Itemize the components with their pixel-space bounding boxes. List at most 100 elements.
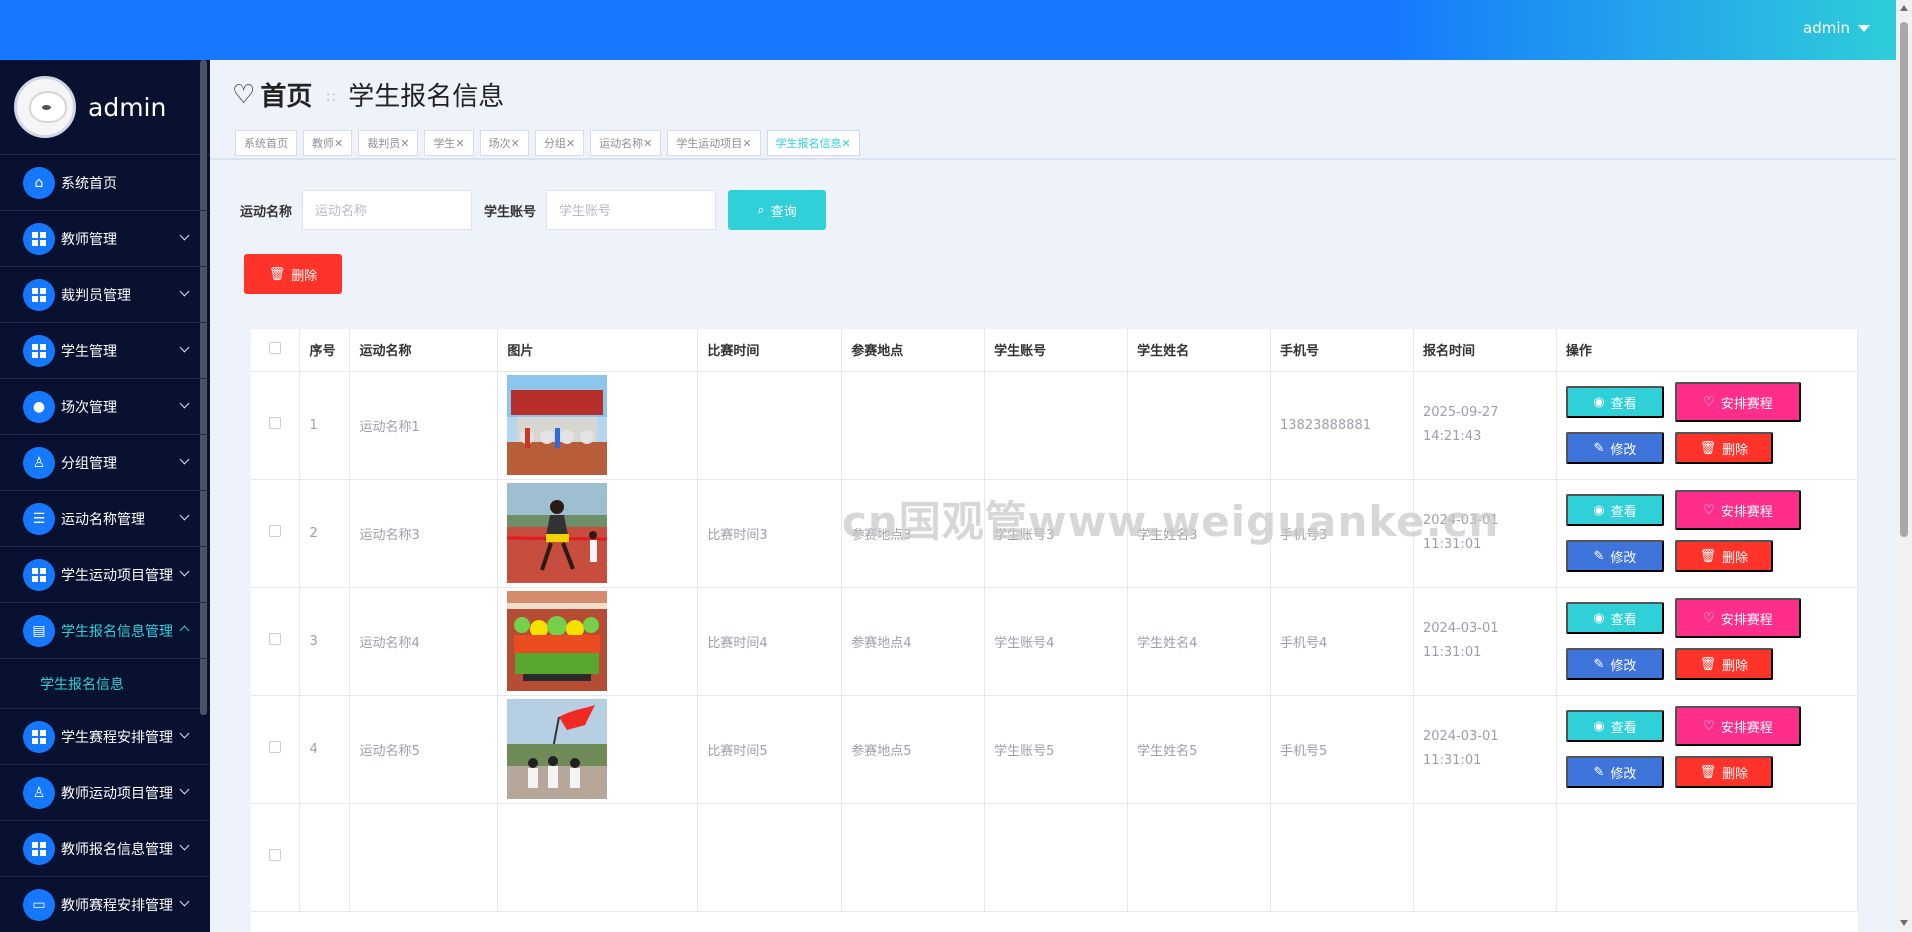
heart-icon: ♡ — [1703, 718, 1715, 733]
header-student-name: 学生姓名 — [1127, 329, 1271, 372]
sidebar-item-teachers[interactable]: 教师管理 — [0, 211, 210, 267]
schedule-button[interactable]: ♡ 安排赛程 — [1674, 382, 1801, 422]
close-icon[interactable]: ✕ — [742, 137, 751, 150]
sidebar-item-groups[interactable]: ♙ 分组管理 — [0, 435, 210, 491]
user-icon: ♙ — [23, 776, 55, 809]
row-checkbox[interactable] — [269, 417, 282, 429]
header-phone: 手机号 — [1270, 329, 1414, 372]
delete-button[interactable]: 🗑 删除 — [1674, 648, 1773, 680]
row-checkbox-cell[interactable] — [251, 695, 301, 804]
row-checkbox-cell[interactable] — [251, 803, 301, 912]
chevron-down-icon — [179, 342, 190, 353]
tab-bar: 系统首页 教师 ✕ 裁判员 ✕ 学生 ✕ 场次 ✕ 分组 ✕ 运动名称 ✕ 学生运动项目 ✕ … — [235, 130, 860, 156]
cell-venue: 参赛地点5 — [841, 695, 986, 804]
sidebar-item-student-sports[interactable]: 学生运动项目管理 — [0, 547, 210, 603]
breadcrumb: ♡ 首页 ∷ 学生报名信息 — [232, 76, 504, 113]
tab-sport-names[interactable]: 运动名称 ✕ — [590, 130, 662, 156]
grid-icon — [23, 278, 55, 311]
tab-student-registration-info[interactable]: 学生报名信息 ✕ — [766, 130, 860, 156]
sport-name-input[interactable] — [302, 190, 473, 230]
tab-students[interactable]: 学生 ✕ — [424, 130, 474, 156]
view-button[interactable]: ◉ 查看 — [1565, 602, 1664, 634]
tab-system-home[interactable]: 系统首页 — [235, 130, 297, 156]
sidebar-item-student-registrations[interactable]: ▤ 学生报名信息管理 — [0, 603, 210, 659]
cell-student-account: 学生账号3 — [984, 479, 1129, 588]
row-checkbox-cell[interactable] — [251, 587, 301, 696]
close-icon[interactable]: ✕ — [643, 137, 652, 150]
sidebar-item-students[interactable]: 学生管理 — [0, 323, 210, 379]
tab-groups[interactable]: 分组 ✕ — [534, 130, 585, 156]
close-icon[interactable]: ✕ — [400, 137, 409, 150]
schedule-button[interactable]: ♡ 安排赛程 — [1674, 598, 1801, 638]
select-all-checkbox[interactable] — [269, 341, 282, 354]
student-account-input[interactable] — [546, 190, 717, 230]
schedule-button[interactable]: ♡ 安排赛程 — [1674, 490, 1801, 530]
tab-teachers[interactable]: 教师 ✕ — [303, 130, 353, 156]
close-icon[interactable]: ✕ — [566, 137, 575, 150]
row-checkbox[interactable] — [269, 525, 282, 537]
sidebar-item-label: 教师赛程安排管理 — [61, 897, 173, 914]
page-scrollbar[interactable] — [1896, 0, 1912, 932]
row-checkbox[interactable] — [269, 633, 282, 645]
page-scrollbar-thumb[interactable] — [1900, 22, 1908, 537]
delete-button[interactable]: 🗑 删除 — [1674, 756, 1773, 788]
table-row: 3 运动名称4 比赛时间4 参赛地点4 学生账号4 学生姓名4 手机号4 202… — [251, 587, 1858, 696]
edit-button-label: 修改 — [1610, 441, 1637, 457]
sidebar-item-label: 教师运动项目管理 — [61, 785, 173, 802]
sidebar-item-student-schedules[interactable]: 学生赛程安排管理 — [0, 709, 210, 765]
grid-icon — [23, 720, 55, 753]
schedule-button[interactable]: ♡ 安排赛程 — [1674, 706, 1801, 746]
scroll-down-arrow-icon[interactable] — [1900, 920, 1908, 926]
caret-down-icon — [1858, 24, 1870, 32]
grid-icon — [23, 558, 55, 591]
row-checkbox-cell[interactable] — [251, 371, 301, 480]
sidebar-item-teacher-schedules[interactable]: ▭ 教师赛程安排管理 — [0, 877, 210, 932]
select-all-checkbox-cell[interactable] — [251, 329, 301, 372]
tab-referees[interactable]: 裁判员 ✕ — [358, 130, 419, 156]
tab-student-sports[interactable]: 学生运动项目 ✕ — [667, 130, 761, 156]
sidebar-subitem-student-registration-info[interactable]: 学生报名信息 — [0, 659, 210, 709]
row-checkbox-cell[interactable] — [251, 479, 301, 588]
delete-selected-button[interactable]: 🗑 删除 — [244, 254, 342, 294]
cell-venue: 参赛地点4 — [841, 587, 986, 696]
sidebar-item-home[interactable]: ⌂ 系统首页 — [0, 155, 210, 211]
row-checkbox[interactable] — [269, 741, 282, 753]
cell-student-name: 学生姓名5 — [1127, 695, 1271, 804]
admin-user-menu[interactable]: admin — [1803, 19, 1870, 37]
home-icon: ⌂ — [23, 166, 55, 199]
cell-student-name: 学生姓名3 — [1127, 479, 1271, 588]
sidebar-item-teacher-registrations[interactable]: 教师报名信息管理 — [0, 821, 210, 877]
sidebar-item-sport-names[interactable]: ☰ 运动名称管理 — [0, 491, 210, 547]
cell-no: 4 — [299, 695, 351, 804]
chevron-down-icon — [179, 840, 190, 851]
view-button[interactable]: ◉ 查看 — [1565, 710, 1664, 742]
delete-button[interactable]: 🗑 删除 — [1674, 432, 1773, 464]
close-icon[interactable]: ✕ — [842, 137, 851, 150]
view-button[interactable]: ◉ 查看 — [1565, 494, 1664, 526]
edit-button[interactable]: ✎ 修改 — [1565, 540, 1664, 572]
row-checkbox[interactable] — [269, 849, 282, 861]
sidebar-subitem-label: 学生报名信息 — [40, 676, 124, 693]
scroll-up-arrow-icon[interactable] — [1900, 5, 1908, 11]
close-icon[interactable]: ✕ — [511, 137, 520, 150]
view-button[interactable]: ◉ 查看 — [1565, 386, 1664, 418]
edit-button[interactable]: ✎ 修改 — [1565, 648, 1664, 680]
sidebar-item-sessions[interactable]: ● 场次管理 — [0, 379, 210, 435]
sidebar-item-referees[interactable]: 裁判员管理 — [0, 267, 210, 323]
view-button-label: 查看 — [1610, 611, 1637, 627]
eye-icon: ◉ — [1593, 718, 1605, 733]
cell-actions: ◉ 查看 ♡ 安排赛程 ✎ 修改 🗑 删除 — [1556, 695, 1858, 804]
breadcrumb-home[interactable]: 首页 — [260, 76, 312, 113]
cell-venue — [841, 371, 986, 480]
edit-button[interactable]: ✎ 修改 — [1565, 756, 1664, 788]
close-icon[interactable]: ✕ — [334, 137, 343, 150]
breadcrumb-current: 学生报名信息 — [348, 82, 505, 112]
delete-button[interactable]: 🗑 删除 — [1674, 540, 1773, 572]
edit-button-label: 修改 — [1610, 765, 1637, 781]
tab-sessions[interactable]: 场次 ✕ — [479, 130, 529, 156]
query-button[interactable]: ⌕ 查询 — [728, 190, 827, 230]
cell-sport-name: 运动名称3 — [349, 479, 499, 588]
close-icon[interactable]: ✕ — [455, 137, 464, 150]
sidebar-item-teacher-sports[interactable]: ♙ 教师运动项目管理 — [0, 765, 210, 821]
edit-button[interactable]: ✎ 修改 — [1565, 432, 1664, 464]
